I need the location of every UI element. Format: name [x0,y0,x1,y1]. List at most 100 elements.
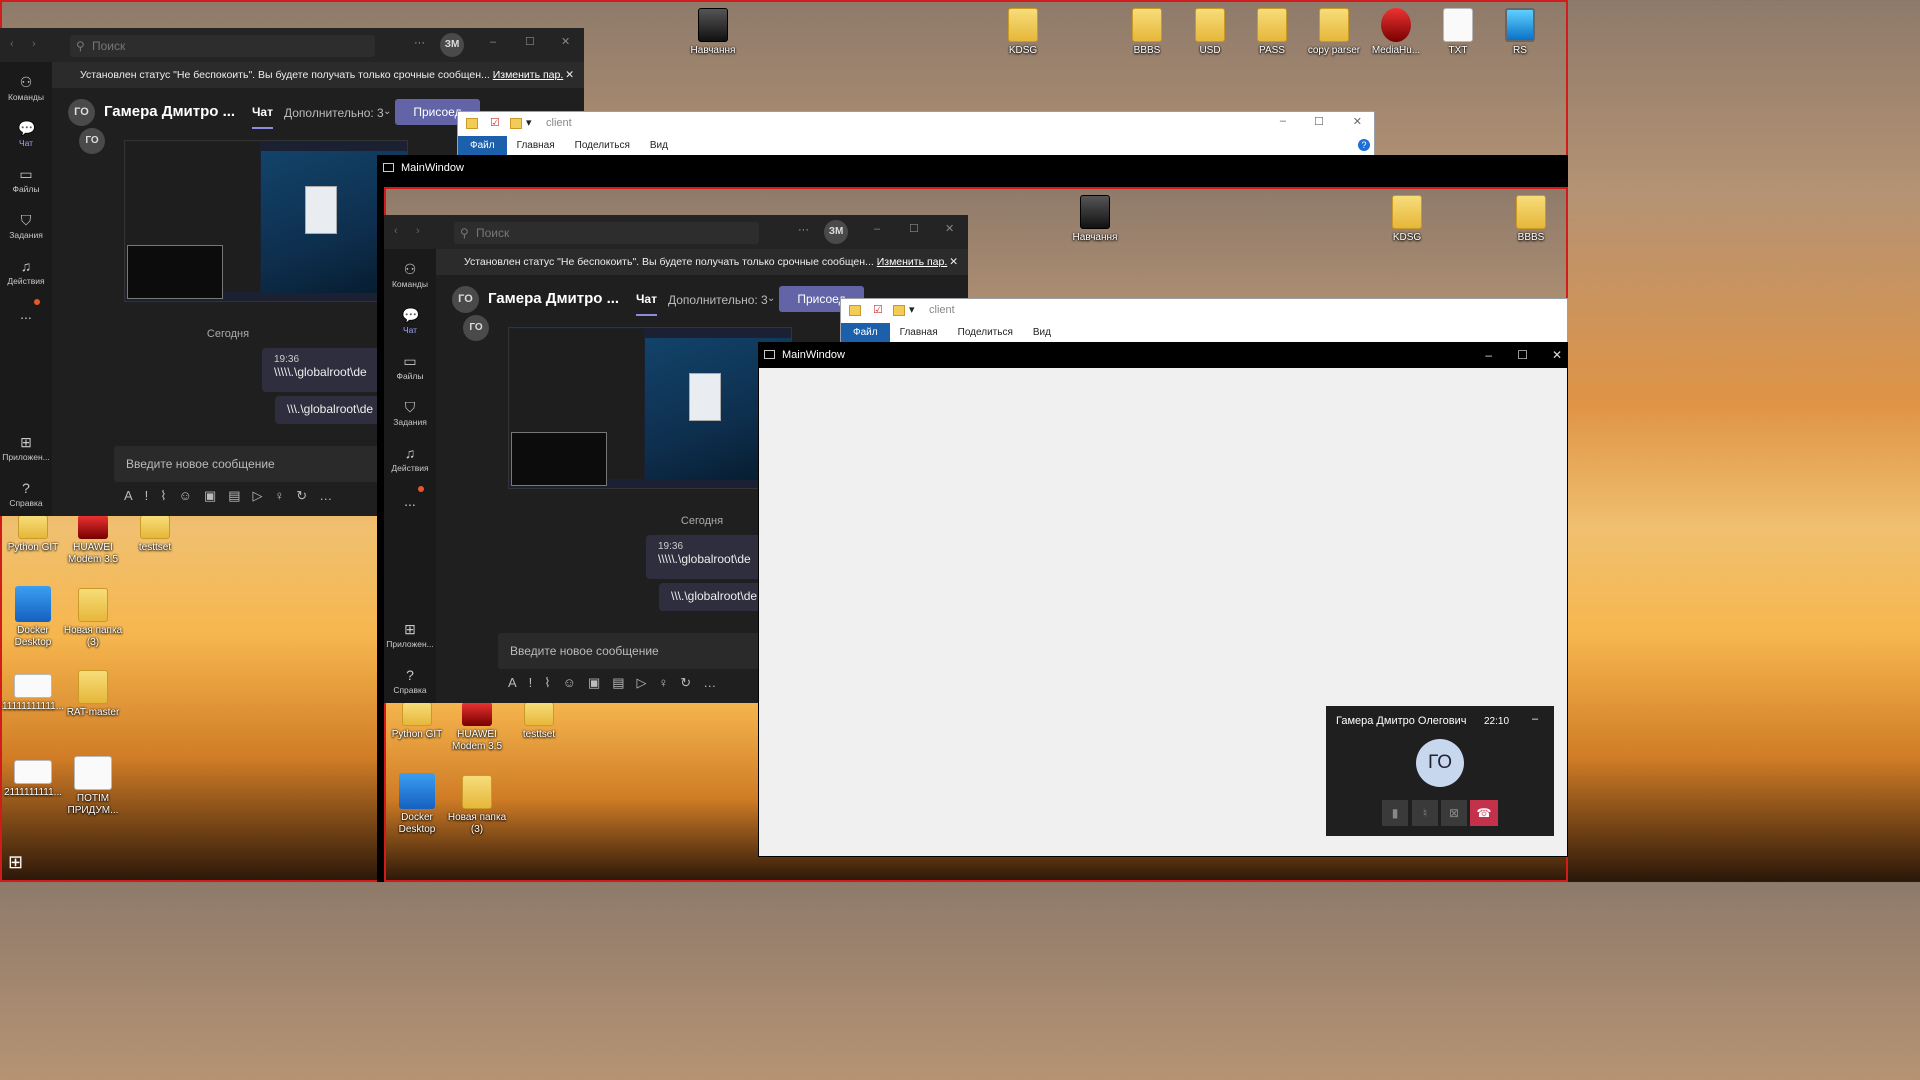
desktop-icon[interactable]: MediaHu... [1363,8,1429,57]
desktop-icon[interactable]: RS [1487,8,1553,57]
meet-icon[interactable]: ▷ [253,488,275,503]
more-options-icon[interactable]: ··· [798,224,809,236]
rail-item-files[interactable]: ▭ Файлы [0,166,52,194]
format-icon[interactable]: A [508,675,529,690]
compose-toolbar[interactable]: A!⌇☺▣▤▷♀↻… [124,488,344,504]
desktop-icon[interactable]: testtset [122,515,188,554]
rail-item-tasks[interactable]: ⛉ Задания [0,212,52,240]
close-icon[interactable]: ✕ [945,222,954,235]
gif-icon[interactable]: ▣ [204,488,228,503]
rail-item-more[interactable]: ... [384,493,436,509]
tab-share[interactable]: Поделиться [958,323,1013,343]
rail-item-chat[interactable]: 💬 Чат [384,307,436,335]
rail-item-teams[interactable]: ⚇ Команды [0,74,52,102]
back-icon[interactable]: ‹ [10,38,14,50]
rail-item-chat[interactable]: 💬 Чат [0,120,52,148]
maximize-icon[interactable]: ☐ [1517,342,1528,368]
attach-icon[interactable]: ⌇ [544,675,562,690]
desktop-icon[interactable]: HUAWEI Modem 3.5 [60,515,126,566]
tab-share[interactable]: Поделиться [575,136,630,156]
desktop-icon[interactable]: HUAWEI Modem 3.5 [444,702,510,753]
screenshot-attachment[interactable] [124,140,408,302]
important-icon[interactable]: ! [145,488,161,503]
important-icon[interactable]: ! [529,675,545,690]
notice-change-link[interactable]: Изменить пар. [493,69,564,81]
end-call-button[interactable]: ☎ [1470,800,1498,826]
desktop-icon[interactable]: 11111111111... [0,674,66,713]
share-screen-icon[interactable]: ⊠ [1441,800,1467,826]
rail-item-apps[interactable]: ⊞ Приложен... [0,434,52,462]
tab-more[interactable]: Дополнительно: 3 [668,293,768,307]
rail-item-activity[interactable]: ♫ Действия [0,258,52,286]
back-icon[interactable]: ‹ [394,225,398,237]
rail-item-apps[interactable]: ⊞ Приложен... [384,621,436,649]
desktop-icon[interactable]: KDSG [1374,195,1440,244]
sticker-icon[interactable]: ▤ [612,675,636,690]
rail-item-activity[interactable]: ♫ Действия [384,445,436,473]
emoji-icon[interactable]: ☺ [179,488,204,503]
tab-more[interactable]: Дополнительно: 3 [284,106,384,120]
maximize-icon[interactable]: ☐ [1314,115,1324,128]
more-icon[interactable]: … [319,488,344,503]
more-icon[interactable]: … [703,675,728,690]
rail-item-help[interactable]: ? Справка [0,480,52,508]
minimize-icon[interactable]: – [1485,342,1492,368]
desktop-icon[interactable]: BBBS [1114,8,1180,57]
minimize-call-button[interactable]: – [1532,713,1538,725]
format-icon[interactable]: A [124,488,145,503]
emoji-icon[interactable]: ☺ [563,675,588,690]
close-icon[interactable]: ✕ [565,62,574,88]
rail-item-more[interactable]: ... [0,306,52,322]
minimize-icon[interactable]: – [874,223,880,235]
compose-toolbar[interactable]: A!⌇☺▣▤▷♀↻… [508,675,728,691]
notice-change-link[interactable]: Изменить пар. [877,256,948,268]
dropdown-icon[interactable]: ▾ [909,303,915,316]
desktop-icon[interactable]: Новая папка (3) [60,588,126,649]
maximize-icon[interactable]: ☐ [525,35,535,48]
loop-icon[interactable]: ↻ [680,675,703,690]
desktop-icon[interactable]: USD [1177,8,1243,57]
tab-view[interactable]: Вид [1033,323,1051,343]
camera-off-icon[interactable]: ▮ [1382,800,1408,826]
sticker-icon[interactable]: ▤ [228,488,252,503]
desktop-icon[interactable]: Навчання [1062,195,1128,244]
desktop-icon[interactable]: testtset [506,702,572,741]
help-icon[interactable]: ? [1358,139,1370,151]
user-avatar[interactable]: ЗМ [824,220,848,244]
screenshot-attachment[interactable] [508,327,792,489]
mic-off-icon[interactable]: ♮ [1412,800,1438,826]
tab-file[interactable]: Файл [458,136,507,156]
more-options-icon[interactable]: ··· [414,37,425,49]
desktop-icon[interactable]: Docker Desktop [384,773,450,836]
windows-start-icon[interactable]: ⊞ [8,852,23,873]
praise-icon[interactable]: ♀ [275,488,297,503]
desktop-icon[interactable]: Python GIT [384,702,450,741]
loop-icon[interactable]: ↻ [296,488,319,503]
minimize-icon[interactable]: – [490,36,496,48]
desktop-icon[interactable]: copy parser [1301,8,1367,57]
rail-item-tasks[interactable]: ⛉ Задания [384,399,436,427]
close-icon[interactable]: ✕ [561,35,570,48]
tab-chat[interactable]: Чат [252,105,273,129]
tab-chat[interactable]: Чат [636,292,657,316]
desktop-icon[interactable]: Новая папка (3) [444,775,510,836]
desktop-icon[interactable]: BBBS [1498,195,1564,244]
forward-icon[interactable]: › [416,225,420,237]
close-icon[interactable]: ✕ [1353,115,1362,128]
tab-file[interactable]: Файл [841,323,890,343]
tab-view[interactable]: Вид [650,136,668,156]
praise-icon[interactable]: ♀ [659,675,681,690]
search-input[interactable]: ⚲ Поиск [454,222,759,244]
gif-icon[interactable]: ▣ [588,675,612,690]
desktop-icon[interactable]: Docker Desktop [0,586,66,649]
desktop-icon[interactable]: ПОТІМ ПРИДУМ... [60,756,126,817]
desktop-icon[interactable]: KDSG [990,8,1056,57]
rail-item-teams[interactable]: ⚇ Команды [384,261,436,289]
desktop-icon[interactable]: Навчання [680,8,746,57]
desktop-icon[interactable]: 2111111111... [0,760,66,799]
desktop-icon[interactable]: Python GIT [0,515,66,554]
close-icon[interactable]: ✕ [949,249,958,275]
minimize-icon[interactable]: – [1280,115,1286,127]
forward-icon[interactable]: › [32,38,36,50]
dropdown-icon[interactable]: ▾ [526,116,532,129]
